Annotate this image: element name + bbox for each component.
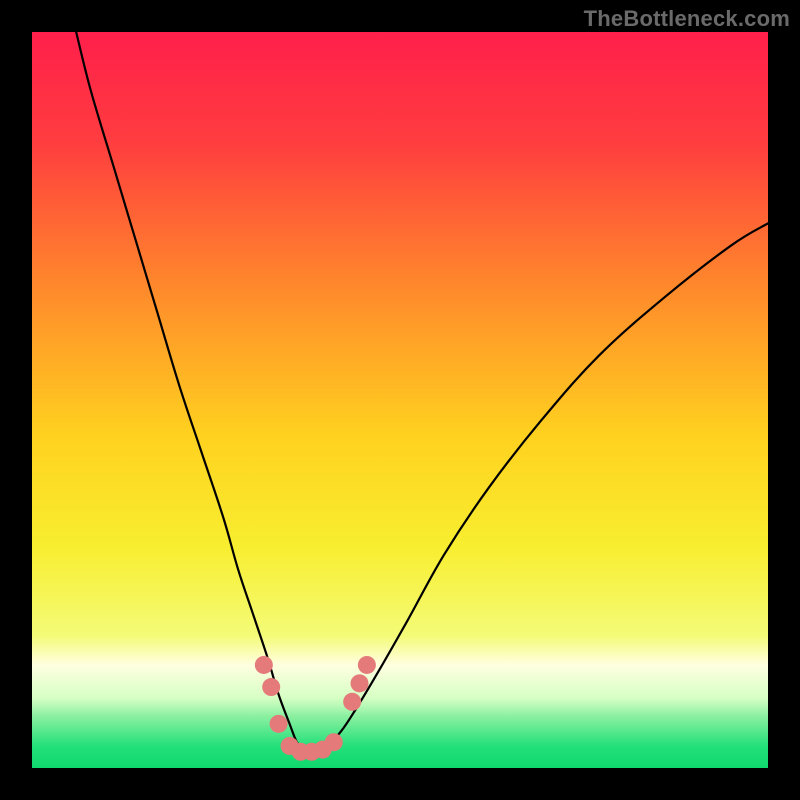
highlight-dot xyxy=(325,733,343,751)
highlight-dot xyxy=(270,715,288,733)
highlight-dot xyxy=(255,656,273,674)
highlight-dot xyxy=(358,656,376,674)
highlight-dot xyxy=(262,678,280,696)
highlight-dot xyxy=(343,693,361,711)
gradient-background xyxy=(32,32,768,768)
watermark-text: TheBottleneck.com xyxy=(584,6,790,32)
highlight-dot xyxy=(351,674,369,692)
outer-frame: TheBottleneck.com xyxy=(0,0,800,800)
plot-area xyxy=(32,32,768,768)
chart-svg xyxy=(32,32,768,768)
